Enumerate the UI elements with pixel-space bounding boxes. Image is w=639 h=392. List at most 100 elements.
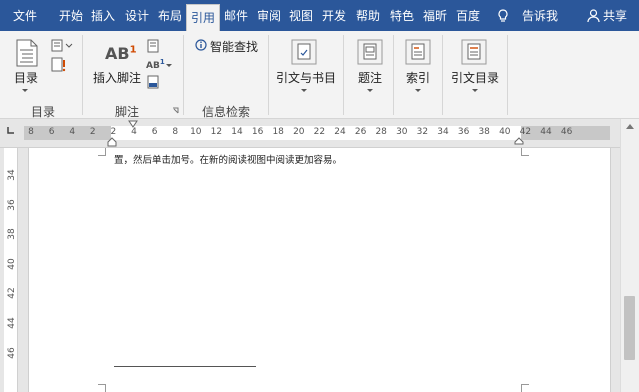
ruler-tick-label: 6 bbox=[48, 127, 55, 137]
ruler-tick-label: 10 bbox=[190, 127, 202, 137]
group-separator bbox=[183, 35, 184, 115]
dialog-launcher-icon[interactable] bbox=[172, 107, 179, 114]
ruler-tick-label: 26 bbox=[354, 127, 367, 137]
tab-mailings[interactable]: 邮件 bbox=[221, 0, 251, 31]
vruler-tick-label: 44 bbox=[7, 317, 17, 329]
person-icon bbox=[587, 9, 600, 23]
ruler-tick-label: 6 bbox=[151, 127, 158, 137]
ruler-tick-label: 28 bbox=[375, 127, 387, 137]
chevron-down-icon bbox=[301, 89, 307, 92]
tab-insert[interactable]: 插入 bbox=[88, 0, 118, 31]
ruler-tick-label: 24 bbox=[334, 127, 346, 137]
vruler-tick-label: 36 bbox=[7, 198, 17, 211]
toc-button-label[interactable]: 目录 bbox=[14, 69, 38, 86]
tab-featured[interactable]: 特色 bbox=[387, 0, 417, 31]
tab-design[interactable]: 设计 bbox=[122, 0, 152, 31]
vertical-ruler[interactable]: 34 36 38 40 42 44 46 bbox=[4, 148, 18, 392]
group-label-research: 信息检索 bbox=[202, 105, 251, 119]
ruler-tick-label: 34 bbox=[437, 127, 449, 137]
margin-corner-mark bbox=[98, 384, 106, 392]
vruler-tick-label: 40 bbox=[7, 258, 17, 270]
ruler-tick-label: 18 bbox=[272, 127, 284, 137]
group-separator bbox=[442, 35, 443, 115]
smart-lookup-button[interactable]: 智能查找 bbox=[210, 38, 258, 55]
tab-home[interactable]: 开始 bbox=[56, 0, 86, 31]
add-text-icon[interactable] bbox=[51, 39, 73, 53]
margin-corner-mark bbox=[521, 148, 529, 156]
ruler-tick-label: 12 bbox=[210, 127, 223, 137]
ruler-tick-label: 38 bbox=[478, 127, 490, 137]
share-button[interactable]: 共享 bbox=[603, 0, 627, 31]
group-label-toc: 目录 bbox=[31, 105, 56, 119]
smart-lookup-icon[interactable] bbox=[195, 39, 207, 51]
word-window: 文件 开始 插入 设计 布局 引用 邮件 审阅 视图 开发 帮助 特色 福昕 百… bbox=[0, 0, 639, 392]
table-of-authorities-icon[interactable] bbox=[461, 39, 487, 65]
tab-view[interactable]: 视图 bbox=[286, 0, 316, 31]
vruler-tick-label: 38 bbox=[7, 228, 17, 240]
ruler-tick-label: 8 bbox=[28, 127, 34, 137]
table-of-authorities-label[interactable]: 引文目录 bbox=[451, 69, 499, 86]
ruler-tick-label: 2 bbox=[110, 127, 117, 137]
first-line-indent-marker-icon[interactable] bbox=[128, 120, 138, 129]
caption-label[interactable]: 题注 bbox=[358, 69, 382, 86]
tab-file[interactable]: 文件 bbox=[0, 0, 50, 31]
footnote-separator-line bbox=[114, 366, 256, 367]
update-table-icon[interactable] bbox=[51, 57, 67, 73]
ruler-tick-label: 42 bbox=[519, 127, 532, 137]
tell-me-box[interactable]: 告诉我 bbox=[522, 0, 558, 31]
hanging-indent-marker-icon[interactable] bbox=[107, 137, 117, 147]
show-notes-icon[interactable] bbox=[146, 75, 160, 89]
scroll-up-arrow-icon[interactable] bbox=[626, 124, 634, 129]
tab-review[interactable]: 审阅 bbox=[254, 0, 284, 31]
scrollbar-thumb[interactable] bbox=[624, 296, 635, 360]
ruler-tick-label: 20 bbox=[293, 127, 305, 137]
tab-layout[interactable]: 布局 bbox=[155, 0, 185, 31]
ruler-tick-label: 14 bbox=[231, 127, 243, 137]
chevron-down-icon bbox=[415, 89, 421, 92]
ruler-tick-label: 46 bbox=[560, 127, 573, 137]
index-icon[interactable] bbox=[405, 39, 431, 65]
citations-icon[interactable] bbox=[291, 39, 317, 65]
ruler-tick-label: 30 bbox=[396, 127, 408, 137]
document-page[interactable] bbox=[28, 148, 611, 392]
chevron-down-icon bbox=[472, 89, 478, 92]
ruler-tick-label: 16 bbox=[251, 127, 264, 137]
ruler-tick-label: 44 bbox=[540, 127, 552, 137]
vruler-tick-label: 46 bbox=[7, 346, 17, 359]
ruler-tick-label: 22 bbox=[313, 127, 326, 137]
ruler-tick-label: 32 bbox=[416, 127, 429, 137]
tab-references[interactable]: 引用 bbox=[186, 4, 220, 31]
margin-corner-mark bbox=[521, 384, 529, 392]
ribbon-references: 目录 目录 AB1 插入脚注 AB1 脚注 智能查找 信息检索 引文与书目 题注… bbox=[0, 31, 639, 119]
tab-developer[interactable]: 开发 bbox=[319, 0, 349, 31]
group-separator bbox=[507, 35, 508, 115]
insert-footnote-label[interactable]: 插入脚注 bbox=[93, 69, 141, 86]
right-indent-marker-icon[interactable] bbox=[514, 137, 524, 145]
insert-endnote-icon[interactable] bbox=[146, 39, 160, 53]
group-label-footnote: 脚注 bbox=[115, 105, 140, 119]
margin-corner-mark bbox=[98, 148, 106, 156]
group-separator bbox=[268, 35, 269, 115]
group-separator bbox=[393, 35, 394, 115]
citations-bibliography-label[interactable]: 引文与书目 bbox=[276, 69, 336, 86]
caption-icon[interactable] bbox=[357, 39, 383, 65]
tab-help[interactable]: 帮助 bbox=[353, 0, 383, 31]
insert-footnote-icon[interactable]: AB1 bbox=[105, 44, 137, 63]
group-separator bbox=[343, 35, 344, 115]
table-of-contents-icon[interactable] bbox=[16, 39, 38, 67]
tab-selector-icon[interactable] bbox=[5, 125, 16, 136]
lightbulb-icon bbox=[498, 9, 508, 22]
ruler-tick-label: 8 bbox=[172, 127, 179, 137]
chevron-down-icon bbox=[367, 89, 373, 92]
vruler-tick-label: 42 bbox=[7, 287, 17, 300]
next-footnote-icon[interactable]: AB1 bbox=[146, 58, 165, 71]
index-label[interactable]: 索引 bbox=[406, 69, 430, 86]
tab-foxit[interactable]: 福昕 bbox=[420, 0, 450, 31]
ruler-tick-label: 36 bbox=[457, 127, 470, 137]
vruler-tick-label: 34 bbox=[7, 169, 17, 181]
document-text-line[interactable]: 置，然后单击加号。在新的阅读视图中阅读更加容易。 bbox=[114, 152, 342, 166]
horizontal-ruler[interactable]: 8 6 4 2 2 4 6 8 10 12 14 16 18 20 22 24 26 28 30 32 34 36 38 40… bbox=[0, 119, 639, 148]
ruler-tick-label: 2 bbox=[89, 127, 96, 137]
chevron-down-icon[interactable] bbox=[166, 64, 172, 67]
tab-baidu[interactable]: 百度 bbox=[453, 0, 483, 31]
